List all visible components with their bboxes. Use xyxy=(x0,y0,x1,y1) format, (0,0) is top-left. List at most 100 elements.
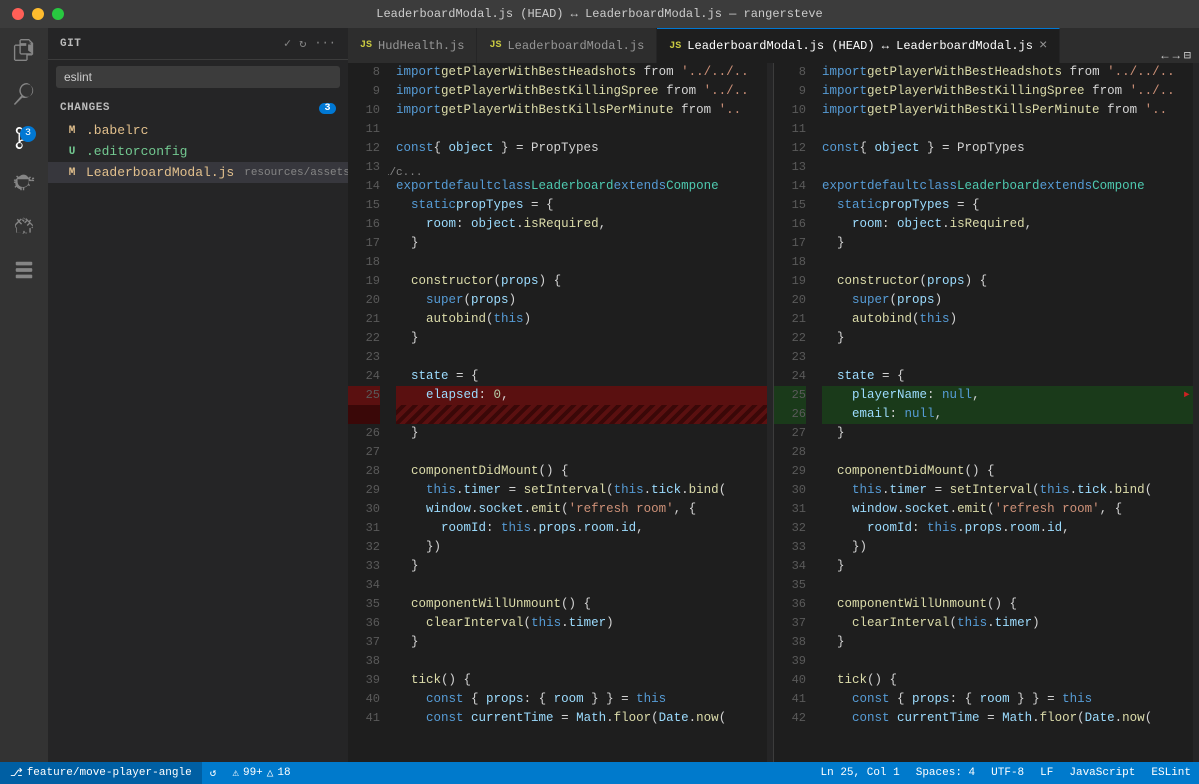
right-editor-panel: 8 9 10 11 12 13 14 15 16 17 18 19 20 21 … xyxy=(774,63,1199,762)
js-icon: JS xyxy=(669,41,681,52)
warnings-status[interactable]: ⚠ 99+ △ 18 xyxy=(224,762,298,784)
code-line: static propTypes = { xyxy=(396,196,767,215)
code-line: window.socket.emit('refresh room', { xyxy=(396,500,767,519)
activity-debug[interactable] xyxy=(10,168,38,196)
language-mode[interactable]: JavaScript xyxy=(1061,762,1143,784)
status-bar: ⎇ feature/move-player-angle ↺ ⚠ 99+ △ 18… xyxy=(0,762,1199,784)
activity-extensions[interactable] xyxy=(10,212,38,240)
sidebar-title: GIT xyxy=(60,38,81,50)
right-code-area[interactable]: import getPlayerWithBestHeadshots from '… xyxy=(814,63,1193,762)
more-icon[interactable]: ··· xyxy=(314,36,336,51)
code-line: roomId: this.props.room.id, xyxy=(822,519,1193,538)
tab-leaderboard-head[interactable]: JS LeaderboardModal.js (HEAD) ↔ Leaderbo… xyxy=(657,28,1060,63)
code-line: tick() { xyxy=(822,671,1193,690)
code-line: this.timer = setInterval(this.tick.bind( xyxy=(822,481,1193,500)
tab-label: HudHealth.js xyxy=(378,39,464,53)
sidebar-header: GIT ✓ ↻ ··· xyxy=(48,28,348,60)
activity-search[interactable] xyxy=(10,80,38,108)
code-line: } xyxy=(396,329,767,348)
code-line: clearInterval(this.timer) xyxy=(396,614,767,633)
code-line: constructor(props) { xyxy=(822,272,1193,291)
code-line: } xyxy=(822,633,1193,652)
code-line: window.socket.emit('refresh room', { xyxy=(822,500,1193,519)
code-line: const currentTime = Math.floor(Date.now( xyxy=(822,709,1193,728)
changes-header[interactable]: CHANGES 3 xyxy=(48,98,348,118)
code-line xyxy=(396,348,767,367)
tab-bar: JS HudHealth.js JS LeaderboardModal.js J… xyxy=(348,28,1199,63)
code-line: const { props: { room } } = this xyxy=(396,690,767,709)
split-editor-icon[interactable]: ⊟ xyxy=(1184,48,1191,63)
refresh-icon[interactable]: ↻ xyxy=(299,36,306,51)
left-minimap xyxy=(767,63,773,762)
code-line: roomId: this.props.room.id, xyxy=(396,519,767,538)
tab-leaderboard[interactable]: JS LeaderboardModal.js xyxy=(477,28,657,63)
file-badge-m: M xyxy=(64,167,80,179)
tab-hudhealth[interactable]: JS HudHealth.js xyxy=(348,28,477,63)
main-layout: 3 GIT ✓ ↻ ··· CHANGES 3 xyxy=(0,28,1199,762)
code-line: room: object.isRequired, xyxy=(822,215,1193,234)
code-line: autobind(this) xyxy=(822,310,1193,329)
close-button[interactable] xyxy=(12,8,24,20)
git-search-input[interactable] xyxy=(56,66,340,88)
code-line xyxy=(822,253,1193,272)
minimize-button[interactable] xyxy=(32,8,44,20)
code-line: componentWillUnmount() { xyxy=(396,595,767,614)
activity-remote[interactable] xyxy=(10,256,38,284)
left-code-area[interactable]: import getPlayerWithBestHeadshots from '… xyxy=(388,63,767,762)
code-line xyxy=(396,443,767,462)
spaces-setting[interactable]: Spaces: 4 xyxy=(908,762,983,784)
code-line: } xyxy=(396,557,767,576)
errors-count: 18 xyxy=(277,767,290,779)
code-line: super(props) xyxy=(396,291,767,310)
code-line: state = { xyxy=(822,367,1193,386)
tab-nav-forward-icon[interactable]: → xyxy=(1173,49,1180,63)
changes-label: CHANGES xyxy=(60,102,110,114)
code-line: clearInterval(this.timer) xyxy=(822,614,1193,633)
status-right: Ln 25, Col 1 Spaces: 4 UTF-8 LF JavaScri… xyxy=(813,762,1199,784)
file-name: .babelrc xyxy=(86,123,148,138)
encoding-status[interactable]: UTF-8 xyxy=(983,762,1032,784)
code-line xyxy=(396,120,767,139)
code-line: import getPlayerWithBestKillingSpree fro… xyxy=(396,82,767,101)
code-line: import getPlayerWithBestHeadshots from '… xyxy=(396,63,767,82)
code-line: constructor(props) { xyxy=(396,272,767,291)
code-line xyxy=(822,120,1193,139)
tab-close-icon[interactable]: × xyxy=(1039,39,1047,53)
linter-text: ESLint xyxy=(1151,767,1191,779)
line-ending-status[interactable]: LF xyxy=(1032,762,1061,784)
sidebar-action-buttons: ✓ ↻ ··· xyxy=(284,36,336,51)
code-line: } xyxy=(822,234,1193,253)
git-branch-status[interactable]: ⎇ feature/move-player-angle xyxy=(0,762,202,784)
code-line: state = { xyxy=(396,367,767,386)
language-text: JavaScript xyxy=(1069,767,1135,779)
linter-status[interactable]: ESLint xyxy=(1143,762,1199,784)
right-line-numbers: 8 9 10 11 12 13 14 15 16 17 18 19 20 21 … xyxy=(774,63,814,762)
tab-nav-back-icon[interactable]: ← xyxy=(1161,49,1168,63)
code-line-added: email: null, xyxy=(822,405,1193,424)
maximize-button[interactable] xyxy=(52,8,64,20)
code-line: tick() { xyxy=(396,671,767,690)
sync-status[interactable]: ↺ xyxy=(202,762,225,784)
code-line: } xyxy=(396,234,767,253)
editor-area: JS HudHealth.js JS LeaderboardModal.js J… xyxy=(348,28,1199,762)
file-item-leaderboardmodal[interactable]: M LeaderboardModal.js resources/assets/j… xyxy=(48,162,348,183)
code-line: } xyxy=(822,557,1193,576)
checkmark-icon[interactable]: ✓ xyxy=(284,36,291,51)
file-item-babelrc[interactable]: M .babelrc xyxy=(48,120,348,141)
code-line: import getPlayerWithBestHeadshots from '… xyxy=(822,63,1193,82)
code-line xyxy=(822,576,1193,595)
code-line: }) xyxy=(396,538,767,557)
activity-explorer[interactable] xyxy=(10,36,38,64)
code-line: componentDidMount() { xyxy=(822,462,1193,481)
position-text: Ln 25, Col 1 xyxy=(821,767,900,779)
branch-name: feature/move-player-angle xyxy=(27,767,192,779)
file-item-editorconfig[interactable]: U .editorconfig xyxy=(48,141,348,162)
tab-label: LeaderboardModal.js (HEAD) ↔ Leaderboard… xyxy=(687,39,1033,53)
code-line xyxy=(396,158,767,177)
cursor-position[interactable]: Ln 25, Col 1 xyxy=(813,762,908,784)
scm-badge: 3 xyxy=(20,126,36,142)
code-line: const { props: { room } } = this xyxy=(822,690,1193,709)
code-line xyxy=(822,348,1193,367)
file-badge-u: U xyxy=(64,146,80,158)
warnings-count: 99+ xyxy=(243,767,263,779)
